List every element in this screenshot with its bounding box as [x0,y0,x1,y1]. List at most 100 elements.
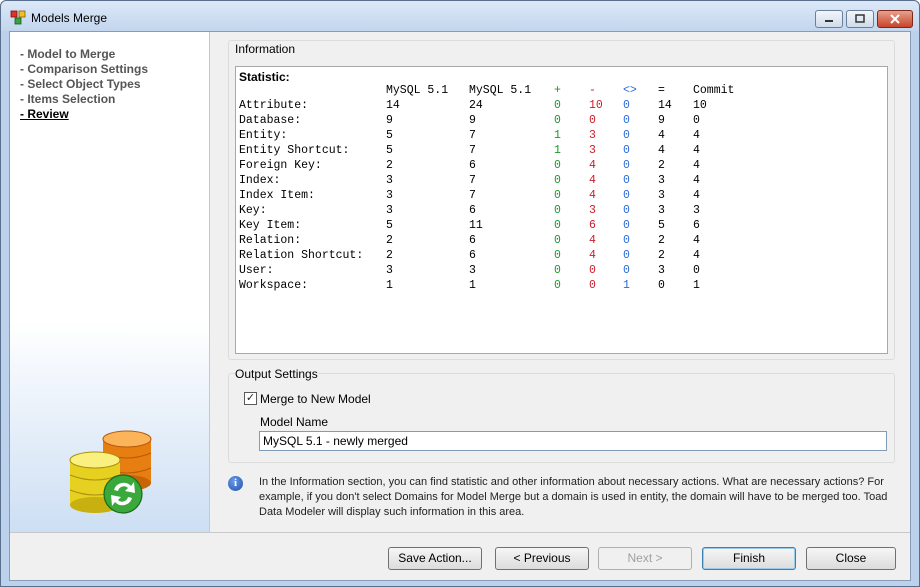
stat-cell-equal: 5 [658,219,665,232]
stat-cell-source: 1 [386,279,393,292]
stat-cell-target: 6 [469,204,476,217]
stat-cell-removed: 4 [589,234,596,247]
stat-row-label: Database: [239,114,302,127]
column-header-equal: = [658,84,665,97]
minimize-button[interactable] [815,10,843,28]
stat-cell-added: 0 [554,174,561,187]
save-action-button[interactable]: Save Action... [388,547,482,570]
sidebar-item-items-selection[interactable]: - Items Selection [20,92,115,106]
info-icon: i [228,476,243,491]
stat-cell-commit: 4 [693,144,700,157]
checkmark-icon: ✓ [245,392,256,404]
model-name-input[interactable] [259,431,887,451]
sidebar-item-model-to-merge[interactable]: - Model to Merge [20,47,115,61]
stat-row-label: Key: [239,204,267,217]
maximize-button[interactable] [846,10,874,28]
stat-cell-changed: 0 [623,144,630,157]
sidebar-item-comparison-settings[interactable]: - Comparison Settings [20,62,148,76]
stat-cell-target: 24 [469,99,483,112]
stat-cell-target: 6 [469,234,476,247]
stat-cell-commit: 10 [693,99,707,112]
stat-cell-added: 0 [554,159,561,172]
column-header-removed: - [589,84,596,97]
stat-cell-source: 3 [386,189,393,202]
column-header-changed: <> [623,84,637,97]
stat-cell-changed: 0 [623,249,630,262]
next-button[interactable]: Next > [598,547,692,570]
stat-cell-commit: 4 [693,234,700,247]
stat-cell-changed: 1 [623,279,630,292]
stat-cell-target: 11 [469,219,483,232]
previous-button[interactable]: < Previous [495,547,589,570]
close-window-button[interactable] [877,10,913,28]
dialog-client: - Model to Merge - Comparison Settings -… [9,31,911,581]
stat-cell-removed: 0 [589,279,596,292]
stat-cell-equal: 14 [658,99,672,112]
stat-row-label: Index: [239,174,281,187]
stat-cell-commit: 6 [693,219,700,232]
stat-cell-target: 7 [469,144,476,157]
stat-cell-added: 0 [554,204,561,217]
wizard-sidebar: - Model to Merge - Comparison Settings -… [10,32,210,532]
model-name-label: Model Name [260,415,329,429]
stat-cell-equal: 2 [658,249,665,262]
output-settings-title: Output Settings [235,367,318,381]
title-bar: Models Merge [1,1,919,31]
stat-row-label: Foreign Key: [239,159,322,172]
stat-cell-source: 5 [386,129,393,142]
stat-cell-equal: 0 [658,279,665,292]
stat-cell-changed: 0 [623,234,630,247]
stat-cell-source: 3 [386,264,393,277]
sidebar-item-select-object-types[interactable]: - Select Object Types [20,77,141,91]
stat-cell-changed: 0 [623,189,630,202]
stat-cell-commit: 3 [693,204,700,217]
stat-cell-target: 1 [469,279,476,292]
stat-cell-source: 3 [386,204,393,217]
stat-cell-commit: 4 [693,189,700,202]
sidebar-item-review[interactable]: - Review [20,107,69,121]
merge-to-new-model-checkbox[interactable]: ✓ [244,392,257,405]
stat-row-label: Key Item: [239,219,302,232]
stat-cell-commit: 4 [693,249,700,262]
finish-button[interactable]: Finish [702,547,796,570]
stat-cell-added: 1 [554,144,561,157]
column-header-source: MySQL 5.1 [386,84,449,97]
close-button[interactable]: Close [806,547,896,570]
stat-cell-source: 3 [386,174,393,187]
stat-cell-commit: 4 [693,129,700,142]
stat-cell-added: 0 [554,249,561,262]
stat-row-label: Entity Shortcut: [239,144,350,157]
stat-cell-commit: 4 [693,174,700,187]
stat-cell-equal: 3 [658,264,665,277]
stat-cell-target: 6 [469,249,476,262]
stat-cell-source: 9 [386,114,393,127]
stat-cell-equal: 2 [658,159,665,172]
statistic-title: Statistic: [239,70,290,84]
stat-cell-commit: 0 [693,114,700,127]
stat-cell-added: 0 [554,189,561,202]
database-sync-icon [69,430,152,514]
stat-cell-source: 5 [386,144,393,157]
stat-cell-removed: 4 [589,174,596,187]
stat-cell-target: 6 [469,159,476,172]
stat-cell-removed: 0 [589,114,596,127]
stat-cell-equal: 9 [658,114,665,127]
stat-cell-commit: 1 [693,279,700,292]
stat-cell-commit: 0 [693,264,700,277]
maximize-icon [855,14,865,23]
stat-cell-changed: 0 [623,99,630,112]
stat-cell-equal: 3 [658,189,665,202]
stat-cell-changed: 0 [623,174,630,187]
stat-cell-changed: 0 [623,114,630,127]
app-icon [10,10,26,25]
statistics-panel[interactable]: Statistic: MySQL 5.1 MySQL 5.1 + - <> = Commit… [235,66,888,354]
hint-text: In the Information section, you can find… [259,476,888,518]
stat-cell-changed: 0 [623,204,630,217]
stat-cell-changed: 0 [623,159,630,172]
merge-to-new-model-label[interactable]: Merge to New Model [260,392,371,406]
column-header-added: + [554,84,561,97]
stat-cell-equal: 4 [658,129,665,142]
stat-cell-removed: 10 [589,99,603,112]
stat-cell-equal: 3 [658,174,665,187]
stat-cell-source: 5 [386,219,393,232]
